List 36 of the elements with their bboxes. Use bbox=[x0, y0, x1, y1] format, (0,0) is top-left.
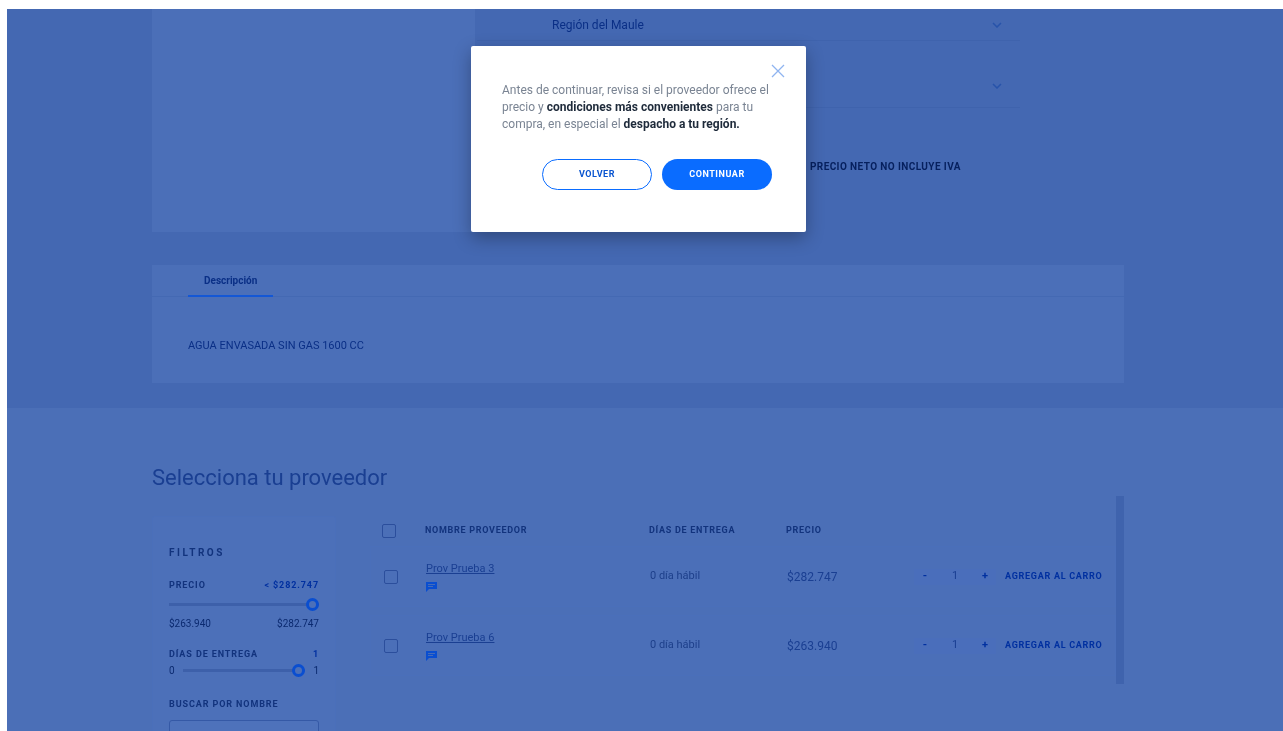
filter-value: 1 bbox=[312, 647, 319, 661]
add-to-cart-link[interactable]: AGREGAR AL CARRO bbox=[1005, 569, 1103, 584]
dropdown-value: Región del Maule bbox=[552, 16, 644, 34]
continue-button[interactable]: CONTINUAR bbox=[662, 159, 772, 190]
column-header: PRECIO bbox=[786, 524, 822, 538]
slider-thumb[interactable] bbox=[292, 664, 306, 677]
chat-bubble-icon[interactable] bbox=[426, 581, 437, 592]
chevron-down-icon bbox=[992, 21, 1002, 28]
modal-message: Antes de continuar, revisa si el proveedor ofrece el precio y condiciones más convenientes para tu compra, en especial el despacho a tu región. bbox=[502, 82, 770, 133]
chat-bubble-icon[interactable] bbox=[426, 650, 437, 661]
decrement-button[interactable]: - bbox=[914, 568, 936, 585]
column-header: NOMBRE PROVEEDOR bbox=[425, 524, 529, 538]
slider-min: $263.940 bbox=[169, 616, 211, 631]
description-text: AGUA ENVASADA SIN GAS 1600 CC bbox=[188, 339, 364, 352]
close-icon[interactable] bbox=[771, 64, 785, 78]
filter-label: DÍAS DE ENTREGA bbox=[169, 647, 258, 661]
column-header: DÍAS DE ENTREGA bbox=[649, 524, 737, 538]
increment-button[interactable]: + bbox=[974, 568, 996, 585]
decrement-button[interactable]: - bbox=[914, 637, 936, 654]
slider-max: $282.747 bbox=[277, 616, 319, 631]
price-note: PRECIO NETO NO INCLUYE IVA bbox=[810, 161, 961, 172]
filter-label: BUSCAR POR NOMBRE bbox=[169, 698, 280, 711]
slider-max: 1 bbox=[313, 664, 319, 678]
filters-title: FILTROS bbox=[169, 546, 226, 560]
chevron-down-icon bbox=[992, 82, 1002, 89]
filter-value: < $282.747 bbox=[264, 579, 319, 592]
slider-thumb[interactable] bbox=[306, 597, 319, 611]
increment-button[interactable]: + bbox=[974, 637, 996, 654]
checkbox[interactable] bbox=[384, 638, 398, 653]
add-to-cart-link[interactable]: AGREGAR AL CARRO bbox=[1005, 638, 1103, 653]
tab[interactable]: Descripción bbox=[188, 265, 274, 297]
checkbox[interactable] bbox=[384, 569, 398, 584]
filter-label: PRECIO bbox=[169, 579, 206, 592]
checkbox[interactable] bbox=[382, 524, 396, 538]
slider-min: 0 bbox=[169, 664, 175, 678]
back-button[interactable]: VOLVER bbox=[542, 159, 652, 190]
